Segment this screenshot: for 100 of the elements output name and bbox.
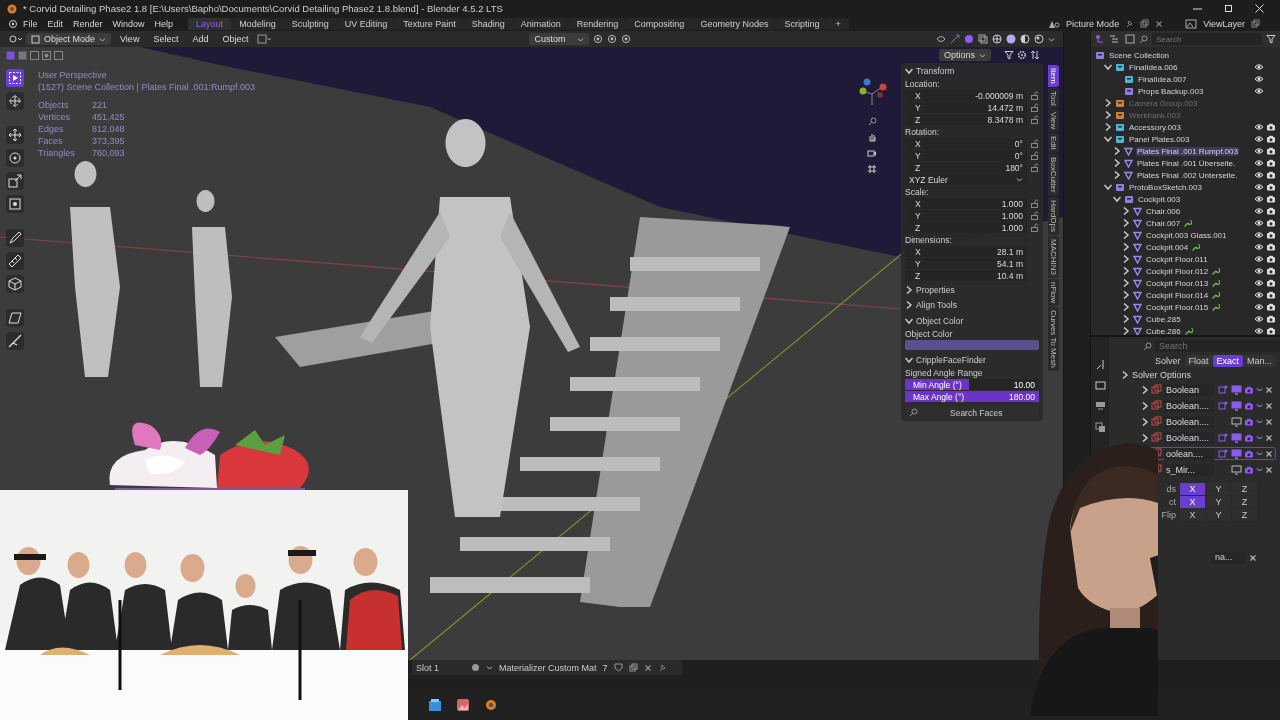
- workspace-tab[interactable]: Shading: [463, 17, 513, 30]
- eye-icon[interactable]: [1254, 243, 1264, 251]
- monitor-icon[interactable]: [1231, 384, 1242, 395]
- outliner-item[interactable]: Plates Final .001 Rumpf.003: [1136, 146, 1239, 156]
- edit-mode-icon[interactable]: [1218, 432, 1229, 443]
- chevron-down-icon[interactable]: [1104, 135, 1112, 143]
- toggle-icon[interactable]: [621, 34, 632, 44]
- chevron-right-icon[interactable]: [1113, 147, 1121, 155]
- close-icon[interactable]: [643, 663, 652, 672]
- close-icon[interactable]: [1265, 449, 1273, 458]
- list-icon[interactable]: [1109, 34, 1121, 44]
- camera-icon[interactable]: [1266, 315, 1276, 323]
- edit-mode-icon[interactable]: [1218, 384, 1229, 395]
- outliner-item[interactable]: Cockpit.003: [1137, 194, 1182, 204]
- camera-icon[interactable]: [1266, 123, 1276, 131]
- chevron-down-icon[interactable]: [1104, 183, 1112, 191]
- outliner-editor-icon[interactable]: [1095, 34, 1105, 44]
- transform-affect-icon[interactable]: [257, 34, 272, 44]
- outliner-item[interactable]: ProtoBoxSketch.003: [1128, 182, 1203, 192]
- gizmo-icon[interactable]: [950, 34, 960, 44]
- scene-name[interactable]: Picture Mode: [1066, 18, 1120, 29]
- image-app-icon[interactable]: [456, 698, 470, 712]
- axis-toggle[interactable]: Y: [1206, 483, 1231, 495]
- eye-icon[interactable]: [1254, 87, 1264, 95]
- menu-item[interactable]: Select: [148, 34, 184, 44]
- chevron-right-icon[interactable]: [1122, 303, 1130, 311]
- menu-item[interactable]: Object: [217, 34, 254, 44]
- material-shading-icon[interactable]: [1020, 34, 1030, 44]
- chevron-right-icon[interactable]: [1121, 371, 1129, 379]
- outliner-item[interactable]: Cockpit Floor.015: [1145, 302, 1210, 312]
- workspace-tab[interactable]: Geometry Nodes: [692, 17, 777, 30]
- chevron-right-icon[interactable]: [1113, 171, 1121, 179]
- copy-icon[interactable]: [628, 663, 638, 672]
- outliner-item[interactable]: Props Backup.003: [1137, 86, 1205, 96]
- orientation-dropdown[interactable]: Custom: [529, 33, 590, 45]
- overlay-icon[interactable]: [964, 34, 974, 44]
- chevron-right-icon[interactable]: [1141, 433, 1149, 442]
- axis-toggle[interactable]: Y: [1206, 509, 1231, 521]
- eye-icon[interactable]: [1254, 147, 1264, 155]
- close-icon[interactable]: [1265, 417, 1273, 426]
- search-field[interactable]: Search: [1152, 33, 1262, 45]
- eye-icon[interactable]: [1254, 75, 1264, 83]
- axis-toggle[interactable]: X: [1180, 483, 1205, 495]
- output-icon[interactable]: [1094, 401, 1106, 412]
- camera-icon[interactable]: [1266, 303, 1276, 311]
- outliner-item[interactable]: Panel Plates.003: [1128, 134, 1191, 144]
- eye-icon[interactable]: [1254, 231, 1264, 239]
- filter-icon[interactable]: [1266, 34, 1276, 44]
- mode-dropdown[interactable]: Object Mode: [26, 33, 112, 45]
- outliner-item[interactable]: Cockpit Floor.014: [1145, 290, 1210, 300]
- camera-icon[interactable]: [1266, 135, 1276, 143]
- camera-icon[interactable]: [1266, 147, 1276, 155]
- chevron-right-icon[interactable]: [1113, 159, 1121, 167]
- chevron-right-icon[interactable]: [1104, 111, 1112, 119]
- shield-icon[interactable]: [613, 663, 623, 672]
- chevron-right-icon[interactable]: [1104, 99, 1112, 107]
- add-workspace-button[interactable]: +: [827, 17, 849, 30]
- tool-settings-icon[interactable]: [1094, 359, 1106, 370]
- chevron-right-icon[interactable]: [1122, 291, 1130, 299]
- workspace-tab[interactable]: Texture Paint: [395, 17, 464, 30]
- menu-item[interactable]: View: [115, 34, 145, 44]
- eye-icon[interactable]: [1254, 303, 1264, 311]
- monitor-icon[interactable]: [1231, 432, 1242, 443]
- camera-icon[interactable]: [1266, 279, 1276, 287]
- axis-toggle[interactable]: Z: [1232, 483, 1257, 495]
- camera-icon[interactable]: [1266, 219, 1276, 227]
- view-layer-icon[interactable]: [1185, 18, 1198, 29]
- menu-item[interactable]: Add: [187, 34, 214, 44]
- view-layer-icon[interactable]: [1125, 34, 1135, 44]
- xray-icon[interactable]: [978, 34, 988, 44]
- workspace-tab[interactable]: Scripting: [776, 17, 828, 30]
- axis-toggle[interactable]: Y: [1206, 496, 1231, 508]
- close-icon[interactable]: [1265, 433, 1273, 442]
- solver-option[interactable]: Exact: [1212, 355, 1244, 367]
- copy-icon[interactable]: [1140, 19, 1150, 28]
- search-field[interactable]: Search: [1155, 340, 1280, 352]
- chevron-right-icon[interactable]: [1122, 255, 1130, 263]
- monitor-icon[interactable]: [1231, 464, 1242, 475]
- camera-icon[interactable]: [1266, 327, 1276, 335]
- outliner-item[interactable]: FinalIdea.007: [1137, 74, 1188, 84]
- camera-icon[interactable]: [1266, 255, 1276, 263]
- axis-toggle[interactable]: X: [1180, 496, 1205, 508]
- monitor-icon[interactable]: [1231, 400, 1242, 411]
- blender-logo-icon[interactable]: [484, 698, 498, 712]
- toggle-icon[interactable]: [607, 34, 618, 44]
- eye-icon[interactable]: [1254, 327, 1264, 335]
- camera-icon[interactable]: [1266, 243, 1276, 251]
- eye-icon[interactable]: [1254, 63, 1264, 71]
- edit-mode-icon[interactable]: [1218, 448, 1229, 459]
- view-layer-name[interactable]: ViewLayer: [1203, 18, 1245, 29]
- monitor-icon[interactable]: [1231, 416, 1242, 427]
- maximize-icon[interactable]: [1224, 3, 1233, 13]
- chevron-right-icon[interactable]: [1141, 417, 1149, 426]
- material-name[interactable]: Materializer Custom Mat: [499, 662, 597, 673]
- chevron-right-icon[interactable]: [1104, 123, 1112, 131]
- chevron-right-icon[interactable]: [1141, 401, 1149, 410]
- eye-icon[interactable]: [1254, 315, 1264, 323]
- slot-label[interactable]: Slot 1: [416, 662, 439, 673]
- eye-icon[interactable]: [1254, 207, 1264, 215]
- copy-icon[interactable]: [1251, 19, 1260, 28]
